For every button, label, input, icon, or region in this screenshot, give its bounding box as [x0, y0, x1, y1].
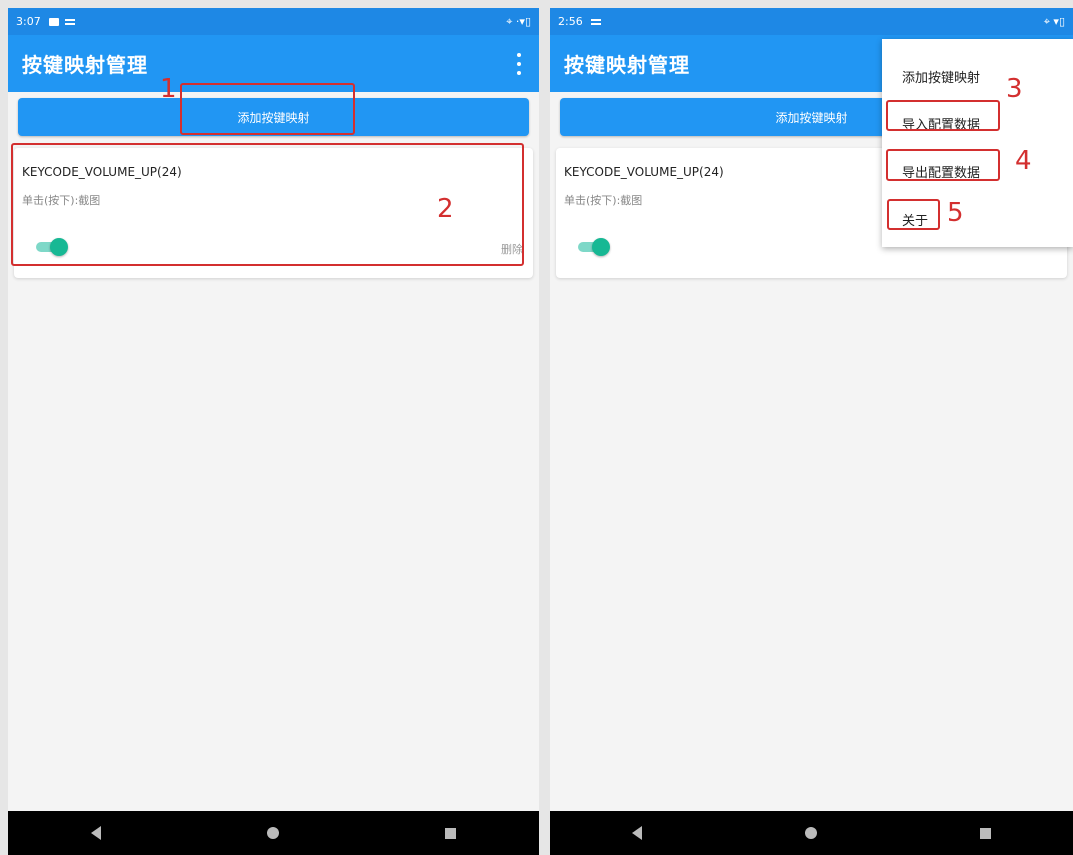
status-bar: 2:56 ⌖ ▾▯: [550, 8, 1073, 35]
home-icon[interactable]: [804, 827, 817, 839]
notification-icon: [590, 18, 601, 25]
app-title: 按键映射管理: [564, 53, 690, 77]
image-notification-icon: [48, 17, 59, 26]
annotation-number-3: 3: [1006, 74, 1023, 104]
menu-item-add-mapping[interactable]: 添加按键映射: [902, 67, 980, 86]
toggle-thumb: [592, 238, 610, 256]
status-icons: ⌖ ▾▯: [1043, 14, 1065, 28]
navigation-bar: [8, 811, 539, 855]
recent-apps-icon[interactable]: [980, 827, 992, 839]
app-title: 按键映射管理: [22, 53, 148, 77]
annotation-number-4: 4: [1015, 146, 1032, 176]
status-time: 3:07: [16, 15, 41, 28]
annotation-box-3: [886, 100, 1000, 131]
home-icon[interactable]: [267, 827, 279, 839]
keycode-label: KEYCODE_VOLUME_UP(24): [564, 165, 724, 179]
status-bar: 3:07 ⌖ ·▾▯: [8, 8, 539, 35]
back-icon[interactable]: [631, 826, 642, 840]
phone-screen-right: 2:56 ⌖ ▾▯ 按键映射管理 添加按键映射 KEYCODE_VOLUME_U…: [550, 8, 1073, 855]
enable-toggle[interactable]: [574, 238, 610, 256]
annotation-box-5: [887, 199, 940, 230]
annotation-box-1: [180, 83, 355, 135]
annotation-number-1: 1: [160, 74, 177, 104]
annotation-number-5: 5: [947, 198, 964, 228]
back-icon[interactable]: [91, 826, 101, 840]
status-icons: ⌖ ·▾▯: [506, 14, 531, 28]
overflow-menu-icon[interactable]: [513, 52, 525, 75]
notification-icon: [64, 18, 75, 25]
recent-apps-icon[interactable]: [445, 827, 456, 839]
annotation-number-2: 2: [437, 194, 454, 224]
navigation-bar: [550, 811, 1073, 855]
action-description: 单击(按下):截图: [564, 194, 643, 207]
annotation-box-4: [886, 149, 1000, 181]
status-time: 2:56: [558, 15, 583, 28]
phone-screen-left: 3:07 ⌖ ·▾▯ 按键映射管理 添加按键映射 KEYCODE_VOLUME_…: [8, 8, 539, 855]
